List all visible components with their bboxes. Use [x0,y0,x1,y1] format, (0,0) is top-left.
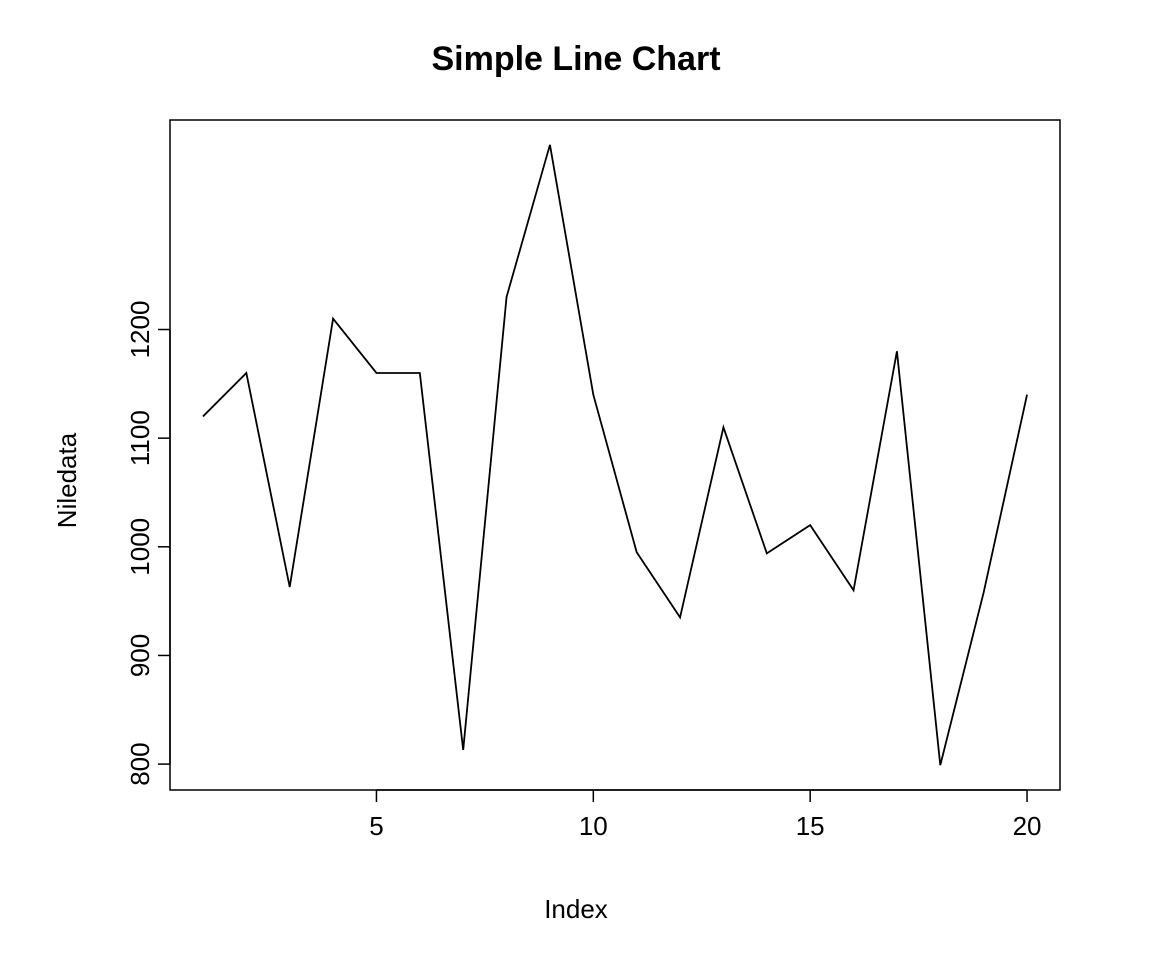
y-tick-label: 800 [125,742,155,785]
y-tick-labels: 800 900 1000 1100 1200 [125,301,155,786]
y-tick-label: 1100 [125,410,155,466]
y-tick-label: 900 [125,634,155,677]
x-ticks-group [376,790,1027,802]
x-tick-labels: 5 10 15 20 [369,811,1041,841]
y-tick-label: 1000 [125,518,155,576]
chart-container: Simple Line Chart Niledata Index 5101520… [0,0,1152,960]
data-line [203,145,1027,765]
x-tick-label: 15 [796,811,825,841]
y-ticks-group [158,330,170,765]
chart-svg: 5 10 15 20 800 900 1000 1100 1200 [0,0,1152,960]
x-tick-label: 5 [369,811,383,841]
x-tick-label: 20 [1013,811,1042,841]
x-tick-label: 10 [579,811,608,841]
y-tick-label: 1200 [125,301,155,359]
plot-border [170,120,1060,790]
